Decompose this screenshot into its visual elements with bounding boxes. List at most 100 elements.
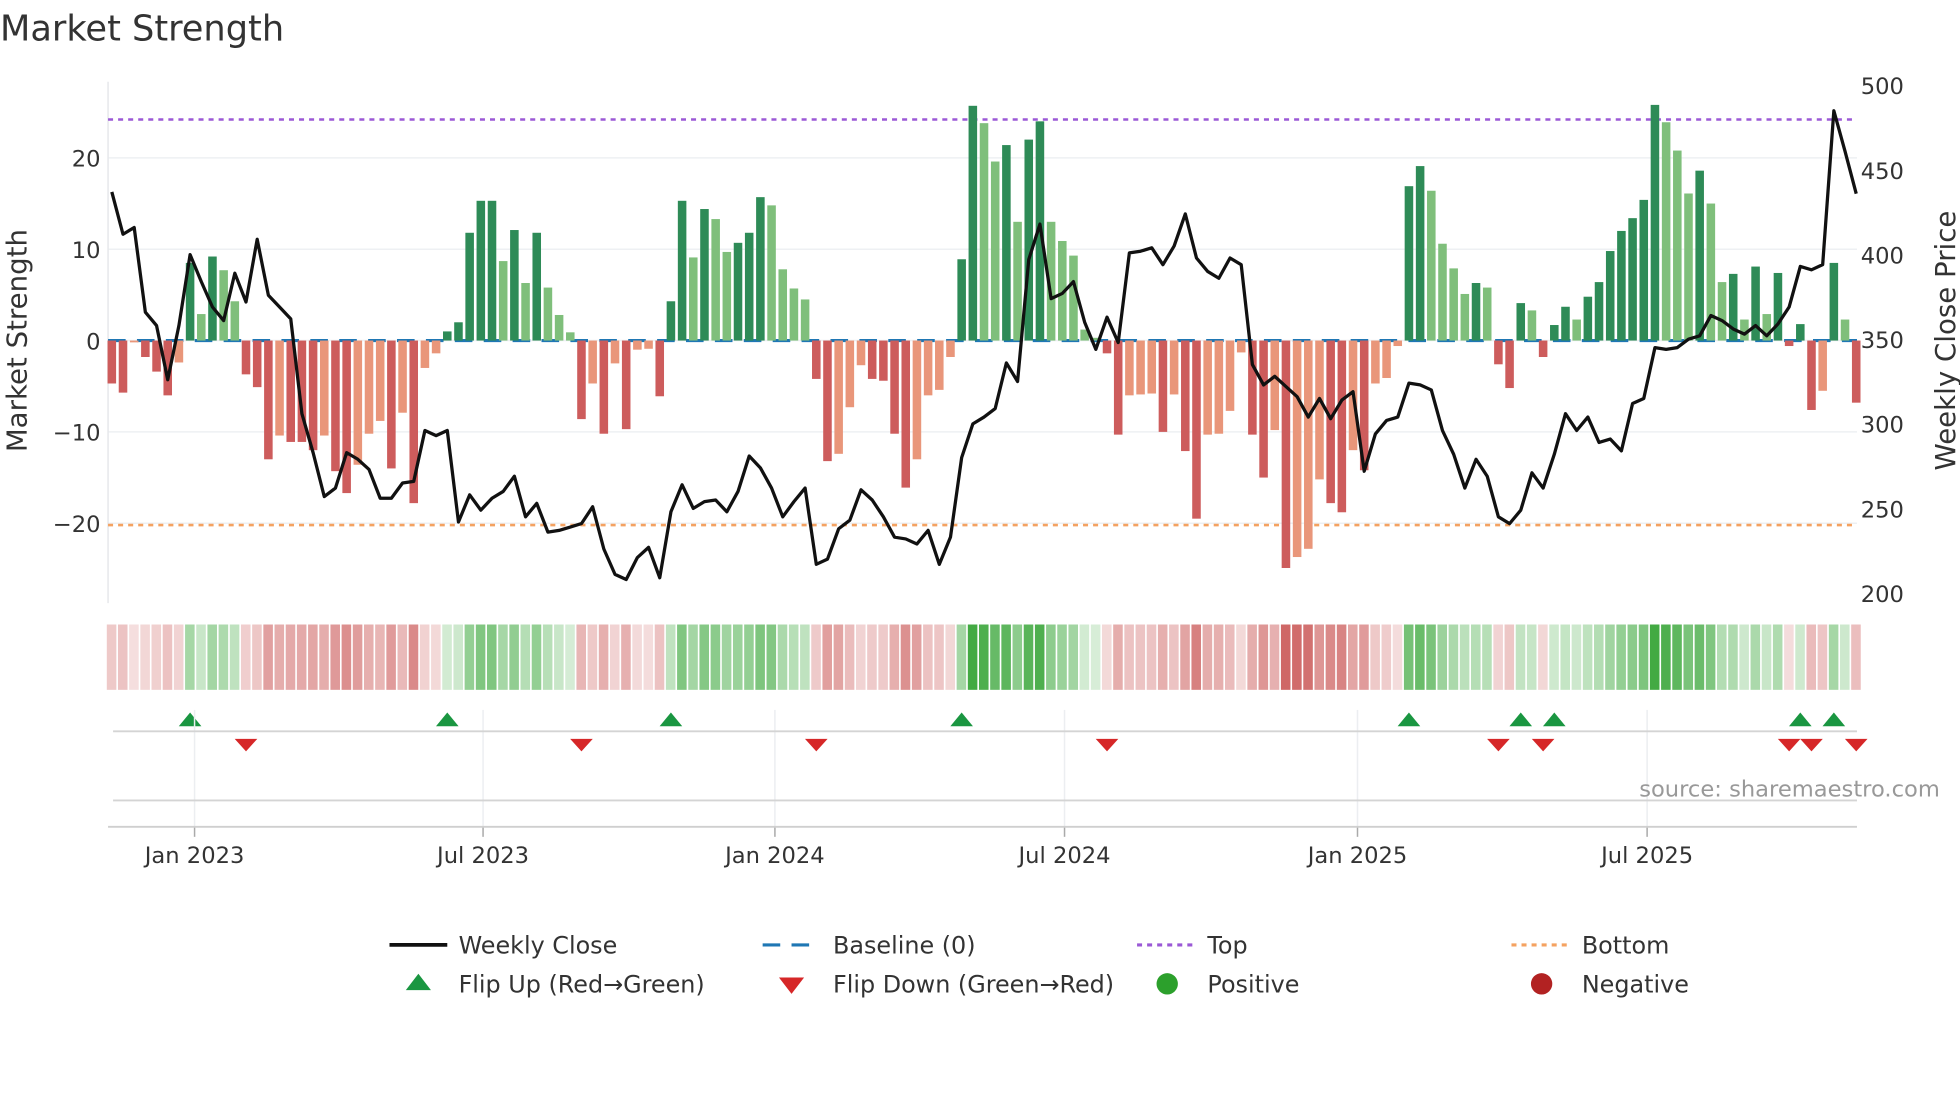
strip-cell xyxy=(106,624,117,690)
strength-bar xyxy=(610,340,620,364)
strength-bar xyxy=(1851,340,1861,403)
strip-cell xyxy=(811,624,821,690)
strength-bar xyxy=(599,340,609,434)
strip-cell xyxy=(1750,624,1761,690)
strength-bar xyxy=(744,232,754,341)
strip-cell xyxy=(621,624,631,690)
strip-cell xyxy=(1359,624,1369,690)
strip-cell xyxy=(1448,624,1459,690)
strip-cell xyxy=(1672,624,1682,690)
legend-flip-down: Flip Down (Green→Red) xyxy=(778,971,1114,999)
strip-cell xyxy=(990,624,1000,690)
strength-bar xyxy=(867,340,877,379)
strip-cell xyxy=(1034,624,1045,690)
strength-bar xyxy=(342,340,351,494)
strength-bar xyxy=(879,340,888,381)
strip-cell xyxy=(777,624,788,690)
strength-bar xyxy=(331,340,340,472)
y-axis-title: Market Strength xyxy=(0,229,33,452)
strength-bar xyxy=(823,340,832,462)
strength-bar xyxy=(1583,296,1593,341)
strength-bar xyxy=(476,200,486,341)
legend-label: Bottom xyxy=(1582,932,1670,960)
strip-cell xyxy=(1717,624,1727,690)
strip-cell xyxy=(274,624,285,690)
strip-cell xyxy=(1817,624,1828,690)
strip-cell xyxy=(609,624,620,690)
strength-bar xyxy=(1270,340,1280,431)
strip-cell xyxy=(1180,624,1190,690)
strip-cell xyxy=(1101,624,1112,690)
y-tick-label: 0 xyxy=(86,329,100,355)
strip-cell xyxy=(1549,624,1559,690)
strength-bar xyxy=(912,340,922,460)
strength-bar xyxy=(834,340,843,454)
strength-bar xyxy=(454,322,463,341)
strip-cell xyxy=(1012,624,1023,690)
strip-cell xyxy=(1851,624,1861,690)
strength-bar xyxy=(588,340,597,384)
flip-down-marker xyxy=(1531,738,1555,752)
strength-bar xyxy=(308,340,318,451)
strip-cell xyxy=(1426,624,1436,690)
strip-cell xyxy=(1560,624,1571,690)
strip-cell xyxy=(352,624,363,690)
strip-cell xyxy=(643,624,654,690)
strip-cell xyxy=(956,624,967,690)
strip-cell xyxy=(1236,624,1246,690)
strength-bar xyxy=(1840,319,1850,341)
strip-cell xyxy=(744,624,754,690)
strip-cell xyxy=(1761,624,1772,690)
source-label: source: sharemaestro.com xyxy=(1639,777,1940,803)
strip-cell xyxy=(554,624,564,690)
strip-cell xyxy=(498,624,508,690)
strip-cell xyxy=(788,624,799,690)
strip-cell xyxy=(1392,624,1403,690)
legend-positive: Positive xyxy=(1156,971,1299,999)
strip-cell xyxy=(207,624,217,690)
strength-bar xyxy=(1236,340,1246,353)
strip-cell xyxy=(129,624,139,690)
strength-bar xyxy=(1404,186,1414,341)
strength-bar xyxy=(1650,104,1660,341)
strip-cell xyxy=(576,624,586,690)
strip-cell xyxy=(1828,624,1839,690)
strip-cell xyxy=(1694,624,1705,690)
strip-cell xyxy=(1403,624,1414,690)
strength-bar xyxy=(1829,262,1839,341)
strip-cell xyxy=(632,624,642,690)
strip-cell xyxy=(1471,624,1481,690)
strip-cell xyxy=(889,624,900,690)
strip-cell xyxy=(1202,624,1213,690)
strength-bar xyxy=(621,340,631,430)
strip-cell xyxy=(855,624,866,690)
strength-bar xyxy=(1628,218,1637,341)
strength-bar xyxy=(979,123,989,341)
strength-bar xyxy=(1158,340,1168,432)
strip-cell xyxy=(196,624,206,690)
strip-cell xyxy=(252,624,262,690)
triangle-up-icon xyxy=(405,973,431,991)
strength-bar xyxy=(1818,340,1827,391)
strip-cell xyxy=(587,624,598,690)
strength-bar xyxy=(1661,122,1671,341)
flip-down-marker xyxy=(1095,738,1119,752)
flip-up-marker xyxy=(1822,712,1846,727)
strip-cell xyxy=(341,624,352,690)
strip-cell xyxy=(442,624,452,690)
strength-bar xyxy=(946,340,955,357)
strength-bar xyxy=(141,340,150,357)
strip-cell xyxy=(1526,624,1537,690)
flip-down-marker xyxy=(1800,738,1823,752)
strength-bar xyxy=(129,340,139,343)
strength-bar xyxy=(677,200,687,341)
strip-cell xyxy=(1068,624,1078,690)
market-strength-chart: Market Strength 20 10 0 −10 −20 500 450 400 350 3… xyxy=(0,8,1960,999)
strip-cell xyxy=(509,624,519,690)
strength-bar xyxy=(1494,340,1503,365)
strength-bar xyxy=(666,301,676,341)
strip-cell xyxy=(308,624,318,690)
strip-cell xyxy=(542,624,553,690)
strip-cell xyxy=(800,624,810,690)
strength-bar xyxy=(845,340,855,408)
